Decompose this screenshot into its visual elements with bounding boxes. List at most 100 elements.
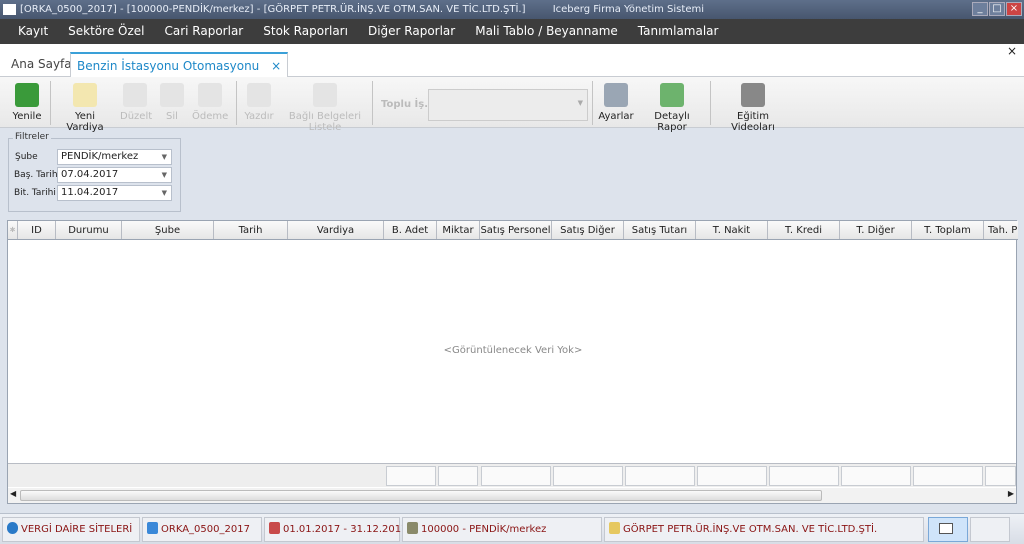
scroll-right-icon[interactable]: ▶ <box>1008 489 1014 498</box>
column-header-tah-p[interactable]: Tah. P <box>984 221 1018 239</box>
start-date-value: 07.04.2017 <box>61 169 119 180</box>
footer-cell <box>769 466 839 486</box>
column-header-t-nakit[interactable]: T. Nakit <box>696 221 768 239</box>
document-close-icon[interactable]: × <box>1007 44 1017 58</box>
status-company-label: GÖRPET PETR.ÜR.İNŞ.VE OTM.SAN. VE TİC.LT… <box>623 524 878 535</box>
menu-mali-tablo[interactable]: Mali Tablo / Beyanname <box>465 19 628 44</box>
end-date-picker[interactable]: 11.04.2017 ▼ <box>57 185 172 201</box>
title-sep: - <box>119 4 124 15</box>
end-date-label: Bit. Tarihi <box>14 188 56 198</box>
column-header-satis-personel[interactable]: Satış Personel <box>480 221 552 239</box>
menu-diger-raporlar[interactable]: Diğer Raporlar <box>358 19 465 44</box>
title-sep: - <box>256 4 261 15</box>
menu-sektore-ozel[interactable]: Sektöre Özel <box>58 19 154 44</box>
tab-close-icon[interactable]: × <box>271 59 281 73</box>
scroll-left-icon[interactable]: ◀ <box>10 489 16 498</box>
column-header-t-toplam[interactable]: T. Toplam <box>912 221 984 239</box>
separator <box>372 81 373 125</box>
linked-docs-button[interactable]: Bağlı Belgeleri Listele <box>282 83 368 133</box>
payment-label: Ödeme <box>192 111 229 122</box>
column-header-satis-tutari[interactable]: Satış Tutarı <box>624 221 696 239</box>
status-bar: VERGİ DAİRE SİTELERİ ORKA_0500_2017 01.0… <box>0 513 1024 544</box>
maximize-button[interactable]: □ <box>989 2 1005 16</box>
status-branch-label: 100000 - PENDİK/merkez <box>421 524 547 535</box>
chevron-down-icon: ▼ <box>161 153 167 161</box>
toolbar: Yenile Yeni Vardiya Düzelt Sil Ödeme Yaz… <box>0 77 1024 133</box>
training-videos-button[interactable]: Eğitim Videoları <box>718 83 788 133</box>
status-db-label: ORKA_0500_2017 <box>161 524 250 535</box>
new-shift-button[interactable]: Yeni Vardiya <box>56 83 114 133</box>
footer-cell <box>438 466 478 486</box>
branch-label: Şube <box>15 152 38 162</box>
column-header-b-adet[interactable]: B. Adet <box>384 221 437 239</box>
bulk-operation-select[interactable]: ▼ <box>428 89 588 121</box>
edit-button[interactable]: Düzelt <box>120 83 152 122</box>
grid-footer <box>8 463 1016 487</box>
tab-strip: Ana Sayfa Benzin İstasyonu Otomasyonu × … <box>0 44 1024 77</box>
column-header-durumu[interactable]: Durumu <box>56 221 122 239</box>
column-header-satis-diger[interactable]: Satış Diğer <box>552 221 624 239</box>
settings-button[interactable]: Ayarlar <box>598 83 634 122</box>
footer-cell <box>841 466 911 486</box>
title-app: Iceberg Firma Yönetim Sistemi <box>552 4 704 15</box>
status-branch[interactable]: 100000 - PENDİK/merkez <box>402 517 602 542</box>
tab-ana-sayfa[interactable]: Ana Sayfa <box>5 52 78 77</box>
new-shift-label: Yeni Vardiya <box>66 111 104 133</box>
pencil-document-icon <box>609 522 620 534</box>
film-reel-icon <box>741 83 765 107</box>
branch-value: PENDİK/merkez <box>61 151 139 162</box>
end-date-value: 11.04.2017 <box>61 187 119 198</box>
status-db[interactable]: ORKA_0500_2017 <box>142 517 262 542</box>
start-date-picker[interactable]: 07.04.2017 ▼ <box>57 167 172 183</box>
column-header-sube[interactable]: Şube <box>122 221 214 239</box>
title-db: [ORKA_0500_2017] <box>20 4 117 15</box>
column-header-tarih[interactable]: Tarih <box>214 221 288 239</box>
column-header-id[interactable]: ID <box>18 221 56 239</box>
close-button[interactable]: × <box>1006 2 1022 16</box>
refresh-button[interactable]: Yenile <box>12 83 42 122</box>
payment-button[interactable]: Ödeme <box>192 83 228 122</box>
tax-sites-link[interactable]: VERGİ DAİRE SİTELERİ <box>2 517 140 542</box>
bulk-label: Toplu İş. <box>381 99 429 110</box>
tab-benzin-istasyonu[interactable]: Benzin İstasyonu Otomasyonu × <box>70 52 289 77</box>
title-bar: [ORKA_0500_2017] - [100000-PENDİK/merkez… <box>0 0 1024 19</box>
window-layout-button[interactable] <box>928 517 968 542</box>
data-grid: ✱ ID Durumu Şube Tarih Vardiya B. Adet M… <box>7 220 1018 504</box>
filters-group: Filtreler Şube PENDİK/merkez ▼ Baş. Tarih… <box>8 132 181 212</box>
column-header-t-diger[interactable]: T. Diğer <box>840 221 912 239</box>
menu-tanimlamalar[interactable]: Tanımlamalar <box>628 19 729 44</box>
app-icon <box>3 4 16 15</box>
menu-stok-raporlari[interactable]: Stok Raporları <box>253 19 358 44</box>
status-period-label: 01.01.2017 - 31.12.2017 <box>283 524 408 535</box>
settings-label: Ayarlar <box>598 111 634 122</box>
separator <box>50 81 51 125</box>
column-header-t-kredi[interactable]: T. Kredi <box>768 221 840 239</box>
print-label: Yazdır <box>244 111 274 122</box>
column-header-miktar[interactable]: Miktar <box>437 221 480 239</box>
row-indicator-header[interactable]: ✱ <box>8 221 18 239</box>
status-period[interactable]: 01.01.2017 - 31.12.2017 <box>264 517 407 542</box>
chevron-down-icon: ▼ <box>161 171 167 179</box>
scrollbar-thumb[interactable] <box>20 490 822 501</box>
branch-select[interactable]: PENDİK/merkez ▼ <box>57 149 172 165</box>
status-blank-panel <box>970 517 1010 542</box>
footer-cell <box>481 466 551 486</box>
bar-chart-icon <box>660 83 684 107</box>
horizontal-scrollbar[interactable]: ◀ ▶ <box>8 488 1016 503</box>
print-button[interactable]: Yazdır <box>243 83 275 122</box>
globe-icon <box>7 522 18 534</box>
filters-legend: Filtreler <box>13 132 51 142</box>
footer-cell <box>553 466 623 486</box>
payment-icon <box>198 83 222 107</box>
chevron-down-icon: ▼ <box>161 189 167 197</box>
menu-kayit[interactable]: Kayıt <box>8 19 58 44</box>
separator <box>236 81 237 125</box>
status-company[interactable]: GÖRPET PETR.ÜR.İNŞ.VE OTM.SAN. VE TİC.LT… <box>604 517 924 542</box>
detailed-report-button[interactable]: Detaylı Rapor <box>642 83 702 133</box>
edit-icon <box>123 83 147 107</box>
minimize-button[interactable]: _ <box>972 2 988 16</box>
delete-button[interactable]: Sil <box>158 83 186 122</box>
menu-cari-raporlar[interactable]: Cari Raporlar <box>154 19 253 44</box>
column-header-vardiya[interactable]: Vardiya <box>288 221 384 239</box>
title-branch: [100000-PENDİK/merkez] <box>126 4 254 15</box>
